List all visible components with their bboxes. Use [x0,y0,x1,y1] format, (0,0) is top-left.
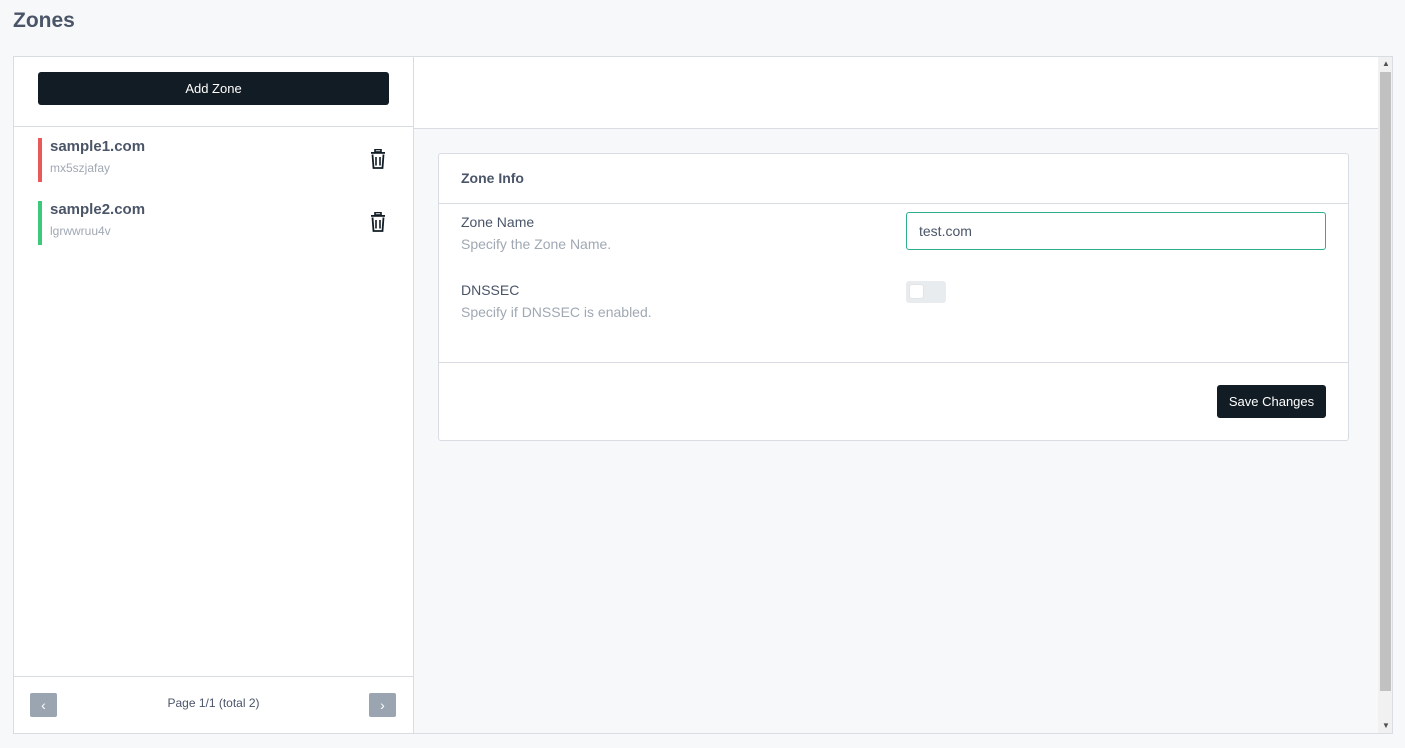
scroll-down-icon[interactable]: ▼ [1378,719,1392,733]
trash-icon[interactable] [369,148,387,169]
dnssec-toggle[interactable] [906,281,946,303]
page-title: Zones [13,9,75,32]
add-zone-section: Add Zone [14,57,413,127]
pagination-text: Page 1/1 (total 2) [167,696,260,710]
zone-list-item[interactable]: sample1.com mx5szjafay [14,127,413,190]
toggle-knob [910,285,923,298]
zone-id: lgrwwruu4v [50,224,111,238]
zone-detail-panel: Zone Info Zone Name Specify the Zone Nam… [414,57,1378,733]
divider [439,362,1348,363]
vertical-scrollbar[interactable]: ▲ ▼ [1378,57,1392,733]
zone-status-bar [38,138,42,182]
save-changes-button[interactable]: Save Changes [1217,385,1326,418]
zone-list-item[interactable]: sample2.com lgrwwruu4v [14,190,413,253]
scrollbar-thumb[interactable] [1380,72,1391,691]
zone-name-label: Zone Name [461,214,535,230]
zone-name-help: Specify the Zone Name. [461,236,612,252]
divider [439,203,1348,204]
detail-header [414,57,1378,129]
scroll-up-icon[interactable]: ▲ [1378,57,1392,71]
chevron-right-icon: › [380,697,385,713]
add-zone-button[interactable]: Add Zone [38,72,389,105]
card-title: Zone Info [461,170,524,186]
dnssec-label: DNSSEC [461,282,520,298]
pagination: ‹ Page 1/1 (total 2) › [14,676,413,733]
zone-name: sample1.com [50,138,146,155]
zone-sidebar: Add Zone sample1.com mx5szjafay sample2.… [14,57,414,733]
zone-status-bar [38,201,42,245]
dnssec-help: Specify if DNSSEC is enabled. [461,304,652,320]
zone-name: sample2.com [50,201,146,218]
trash-icon[interactable] [369,211,387,232]
zone-name-input[interactable] [906,212,1326,250]
next-page-button[interactable]: › [369,693,396,717]
zones-frame: Add Zone sample1.com mx5szjafay sample2.… [13,56,1393,734]
zone-list: sample1.com mx5szjafay sample2.com lgrww… [14,127,413,253]
zone-id: mx5szjafay [50,161,111,175]
zone-info-card: Zone Info Zone Name Specify the Zone Nam… [438,153,1349,441]
